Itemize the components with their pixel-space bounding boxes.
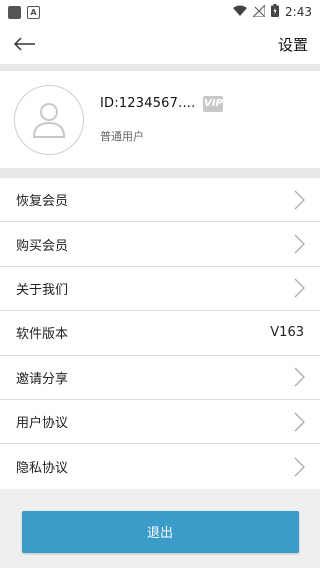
menu-item-buy-membership[interactable]: 购买会员: [0, 222, 320, 267]
menu-item-about-us[interactable]: 关于我们: [0, 267, 320, 312]
menu-item-label: 用户协议: [16, 416, 69, 432]
notification-icon: [8, 5, 21, 19]
chevron-right-icon: [294, 279, 305, 298]
chevron-right-icon: [294, 190, 305, 210]
menu-item-label: 软件版本: [16, 327, 69, 343]
menu-item-software-version: 软件版本 V163: [0, 311, 320, 356]
chevron-right-icon: [294, 457, 305, 476]
menu-item-label: 购买会员: [16, 238, 69, 254]
menu-item-restore-membership[interactable]: 恢复会员: [0, 178, 320, 223]
status-time: 2:43: [285, 5, 312, 19]
menu-item-user-agreement[interactable]: 用户协议: [0, 400, 320, 445]
profile-card[interactable]: ID:1234567.... VIP 普通用户: [0, 71, 320, 168]
footer: 退出: [0, 488, 320, 566]
wifi-icon: [233, 5, 248, 20]
chevron-right-icon: [294, 412, 305, 432]
menu-item-privacy-policy[interactable]: 隐私协议: [0, 444, 320, 488]
app-header: 设置: [0, 24, 320, 64]
vip-badge: VIP: [203, 95, 224, 112]
user-id: ID:1234567....: [100, 96, 196, 111]
user-placeholder-icon: [32, 102, 66, 138]
membership-level: 普通用户: [100, 129, 144, 143]
menu-item-label: 邀请分享: [16, 371, 69, 387]
menu-item-label: 隐私协议: [16, 461, 69, 477]
settings-list: 恢复会员 购买会员 关于我们 软件版本 V163 邀请分享 用户协议 隐私协议: [0, 178, 320, 489]
app-notification-icon: A: [27, 5, 40, 19]
battery-icon: [271, 4, 280, 20]
menu-item-label: 恢复会员: [16, 194, 69, 210]
back-arrow-icon[interactable]: [14, 32, 38, 56]
chevron-right-icon: [294, 367, 305, 387]
page-title: 设置: [277, 35, 308, 54]
no-signal-icon: [251, 3, 266, 20]
logout-button[interactable]: 退出: [21, 510, 299, 553]
menu-item-label: 关于我们: [16, 282, 69, 298]
status-bar: A 2:43: [0, 0, 320, 24]
chevron-right-icon: [294, 234, 305, 254]
divider: [0, 168, 320, 178]
avatar[interactable]: [14, 84, 84, 155]
divider: [0, 64, 320, 71]
menu-item-invite-share[interactable]: 邀请分享: [0, 356, 320, 400]
version-value: V163: [270, 325, 304, 341]
